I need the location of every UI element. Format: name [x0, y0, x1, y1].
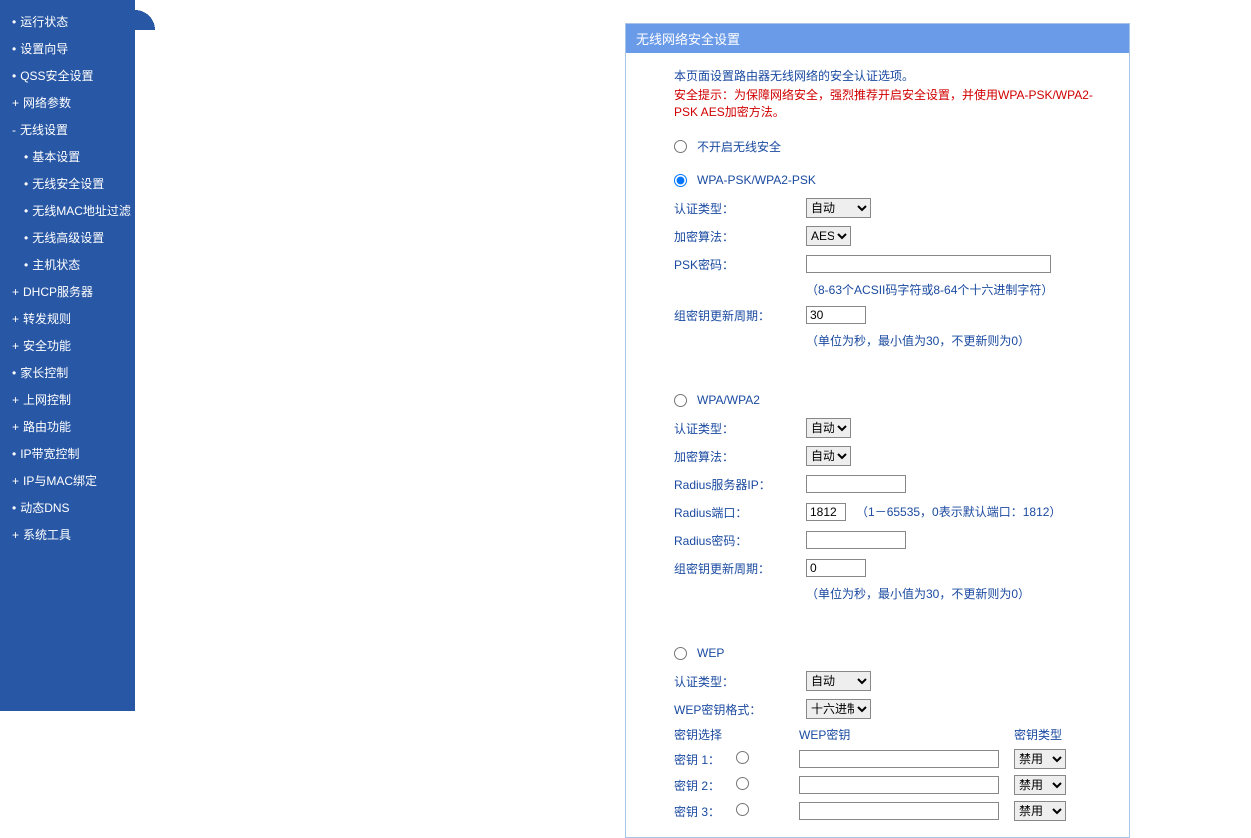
wpapsk-auth-label: 认证类型： — [674, 200, 806, 217]
sidebar-item-ddns[interactable]: •动态DNS — [0, 494, 135, 521]
wep-key1-label: 密钥 1： — [674, 751, 736, 768]
wep-auth-select[interactable]: 自动 — [806, 671, 871, 691]
radius-port-hint: （1－65535，0表示默认端口：1812） — [856, 505, 1061, 519]
wpapsk-auth-select[interactable]: 自动 — [806, 198, 871, 218]
sidebar-item-ip-mac-bind[interactable]: +IP与MAC绑定 — [0, 467, 135, 494]
wep-auth-label: 认证类型： — [674, 673, 806, 690]
wireless-security-panel: 无线网络安全设置 本页面设置路由器无线网络的安全认证选项。 安全提示：为保障网络… — [625, 23, 1130, 838]
wpa-auth-label: 认证类型： — [674, 420, 806, 437]
wpapsk-group-key-label: 组密钥更新周期： — [674, 307, 806, 324]
radius-pwd-input[interactable] — [806, 531, 906, 549]
wep-key3-radio[interactable] — [736, 803, 749, 816]
wep-header-select: 密钥选择 — [674, 726, 799, 743]
wpa-group-key-label: 组密钥更新周期： — [674, 560, 806, 577]
radio-wpa[interactable] — [674, 394, 687, 407]
sidebar-item-wireless[interactable]: -无线设置 — [0, 116, 135, 143]
sidebar-item-dhcp[interactable]: +DHCP服务器 — [0, 278, 135, 305]
wpapsk-encrypt-label: 加密算法： — [674, 228, 806, 245]
radius-port-input[interactable] — [806, 503, 846, 521]
sidebar-item-bandwidth[interactable]: •IP带宽控制 — [0, 440, 135, 467]
intro-text: 本页面设置路由器无线网络的安全认证选项。 — [674, 67, 1099, 84]
sidebar-item-qss-security[interactable]: •QSS安全设置 — [0, 62, 135, 89]
sidebar-item-parental[interactable]: •家长控制 — [0, 359, 135, 386]
wpapsk-encrypt-select[interactable]: AES — [806, 226, 851, 246]
wpapsk-psk-label: PSK密码： — [674, 256, 806, 273]
radio-wep[interactable] — [674, 647, 687, 660]
main-content: 无线网络安全设置 本页面设置路由器无线网络的安全认证选项。 安全提示：为保障网络… — [135, 0, 1251, 711]
wep-key2-input[interactable] — [799, 776, 999, 794]
wpapsk-psk-hint: （8-63个ACSII码字符或8-64个十六进制字符） — [806, 281, 1099, 298]
sidebar-item-mac-filter[interactable]: •无线MAC地址过滤 — [0, 197, 135, 224]
wep-keyformat-label: WEP密钥格式： — [674, 701, 806, 718]
wep-header-type: 密钥类型 — [1014, 726, 1062, 743]
sidebar-item-routing[interactable]: +路由功能 — [0, 413, 135, 440]
wep-key2-radio[interactable] — [736, 777, 749, 790]
sidebar-item-forwarding[interactable]: +转发规则 — [0, 305, 135, 332]
wep-header-key: WEP密钥 — [799, 726, 1014, 743]
wpa-group-key-input[interactable] — [806, 559, 866, 577]
wpa-auth-select[interactable]: 自动 — [806, 418, 851, 438]
wep-key3-type[interactable]: 禁用 — [1014, 801, 1066, 821]
wpa-group-key-hint: （单位为秒，最小值为30，不更新则为0） — [806, 585, 1099, 602]
wep-key1-type[interactable]: 禁用 — [1014, 749, 1066, 769]
sidebar: •运行状态 •设置向导 •QSS安全设置 +网络参数 -无线设置 •基本设置 •… — [0, 0, 135, 711]
wpa-encrypt-select[interactable]: 自动 — [806, 446, 851, 466]
radius-ip-input[interactable] — [806, 475, 906, 493]
radio-wpa-psk[interactable] — [674, 174, 687, 187]
wpapsk-group-key-hint: （单位为秒，最小值为30，不更新则为0） — [806, 332, 1099, 349]
wep-key1-radio[interactable] — [736, 751, 749, 764]
radius-pwd-label: Radius密码： — [674, 532, 806, 549]
wpa-label: WPA/WPA2 — [697, 393, 760, 407]
wep-keyformat-select[interactable]: 十六进制 — [806, 699, 871, 719]
sidebar-item-system-tools[interactable]: +系统工具 — [0, 521, 135, 548]
wep-label: WEP — [697, 646, 724, 660]
radius-ip-label: Radius服务器IP： — [674, 476, 806, 493]
sidebar-item-wireless-advanced[interactable]: •无线高级设置 — [0, 224, 135, 251]
sidebar-item-security[interactable]: +安全功能 — [0, 332, 135, 359]
wpa-encrypt-label: 加密算法： — [674, 448, 806, 465]
wpa-psk-label: WPA-PSK/WPA2-PSK — [697, 173, 816, 187]
radius-port-label: Radius端口： — [674, 504, 806, 521]
sidebar-item-running-status[interactable]: •运行状态 — [0, 8, 135, 35]
sidebar-item-basic-settings[interactable]: •基本设置 — [0, 143, 135, 170]
sidebar-item-host-status[interactable]: •主机状态 — [0, 251, 135, 278]
wpapsk-psk-input[interactable] — [806, 255, 1051, 273]
wep-key2-label: 密钥 2： — [674, 777, 736, 794]
warning-text: 安全提示：为保障网络安全，强烈推荐开启安全设置，并使用WPA-PSK/WPA2-… — [674, 86, 1099, 120]
wep-key1-input[interactable] — [799, 750, 999, 768]
wep-key3-label: 密钥 3： — [674, 803, 736, 820]
sidebar-item-setup-wizard[interactable]: •设置向导 — [0, 35, 135, 62]
sidebar-item-network-params[interactable]: +网络参数 — [0, 89, 135, 116]
disable-security-label: 不开启无线安全 — [697, 138, 781, 155]
sidebar-item-wireless-security[interactable]: •无线安全设置 — [0, 170, 135, 197]
sidebar-item-access-control[interactable]: +上网控制 — [0, 386, 135, 413]
wep-key3-input[interactable] — [799, 802, 999, 820]
wep-key2-type[interactable]: 禁用 — [1014, 775, 1066, 795]
wpapsk-group-key-input[interactable] — [806, 306, 866, 324]
panel-title: 无线网络安全设置 — [626, 24, 1129, 53]
radio-disable-security[interactable] — [674, 140, 687, 153]
